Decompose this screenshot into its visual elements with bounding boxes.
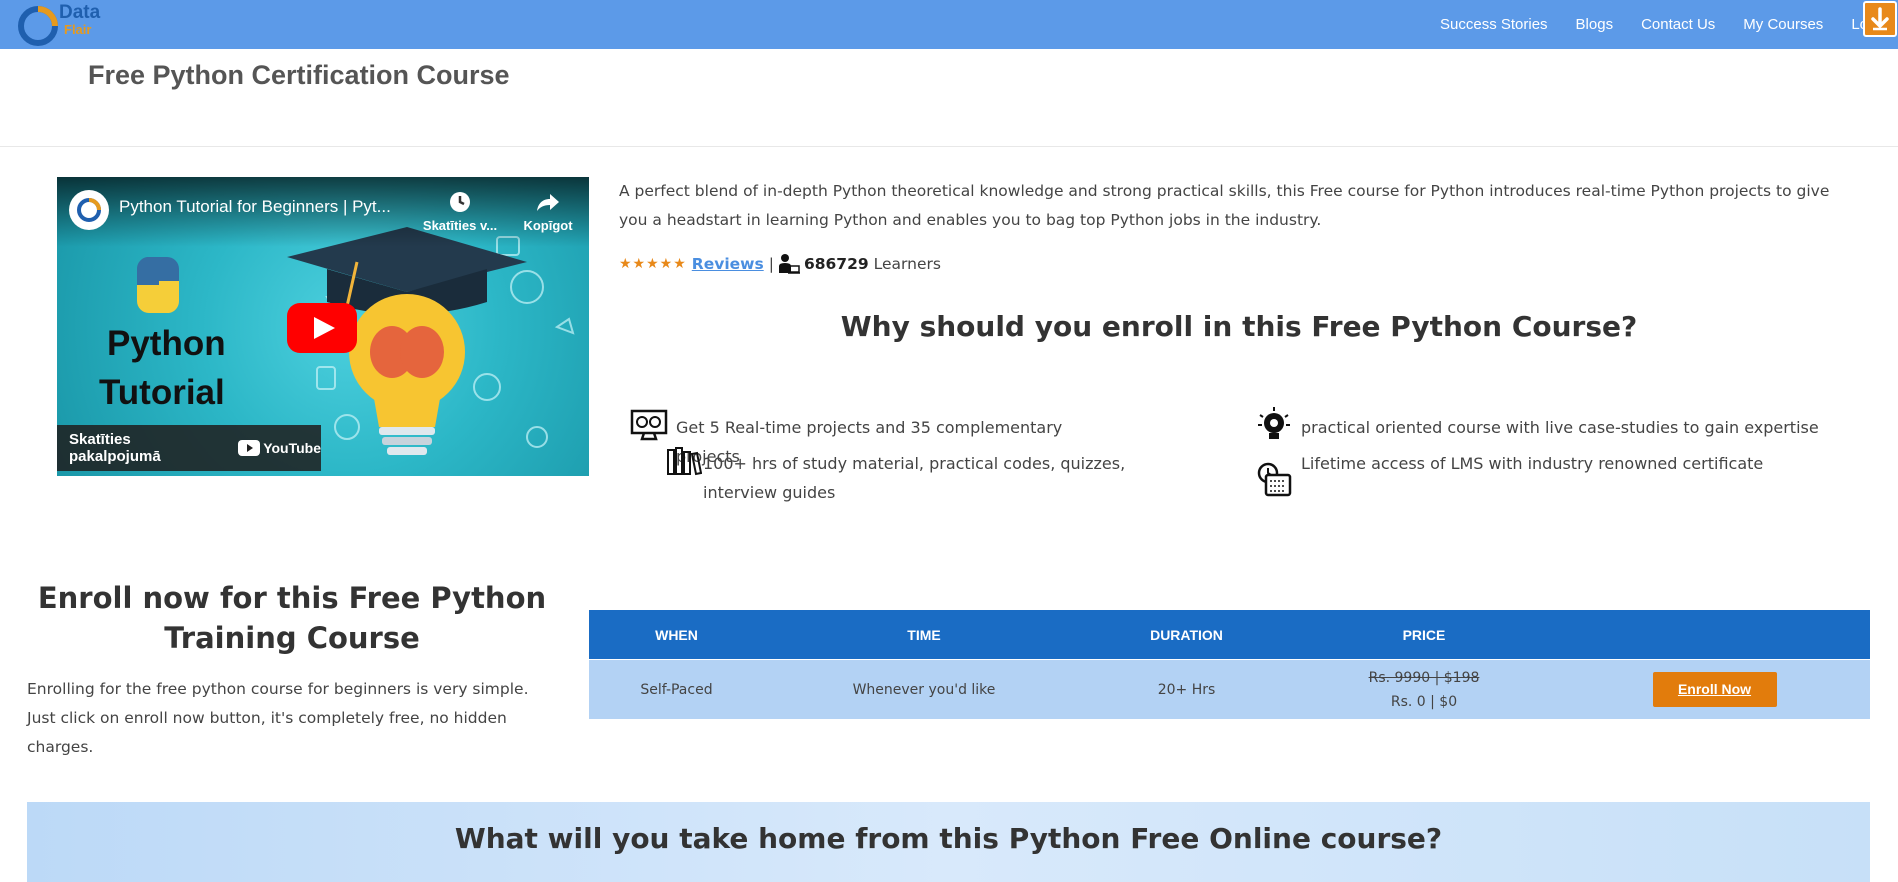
lifetime-access-calendar-icon [1257, 462, 1292, 497]
lightbulb-gear-icon [1258, 407, 1290, 439]
thumbnail-text-tutorial: Tutorial [99, 373, 225, 412]
watch-later-label: Skatīties v... [422, 218, 498, 233]
rating-separator: | [768, 255, 774, 273]
rating-stars: ★★★★★ [619, 256, 687, 272]
header-duration: DURATION [1150, 626, 1223, 643]
books-icon [667, 447, 702, 476]
logo-swirl-icon [18, 6, 58, 46]
cell-action: Enroll Now [1559, 672, 1870, 707]
watch-on-youtube-bar[interactable]: Skatīties pakalpojumā YouTube [57, 425, 321, 471]
nav-links: Success Stories Blogs Contact Us My Cour… [1412, 0, 1868, 49]
schedule-table: WHEN TIME DURATION PRICE Self-Paced When… [589, 610, 1870, 719]
enroll-description: Enrolling for the free python course for… [27, 680, 529, 756]
learner-count: 686729 [803, 255, 869, 273]
nav-blogs[interactable]: Blogs [1576, 16, 1614, 33]
logo-text-data: Data [59, 2, 101, 23]
reviews-link[interactable]: Reviews [692, 255, 764, 273]
header-time: TIME [907, 626, 941, 643]
rating-row: ★★★★★ Reviews | 686729 Learners [619, 253, 941, 275]
cell-when: Self-Paced [640, 681, 713, 698]
logo-text-flair: Flair [64, 22, 92, 37]
scroll-down-button[interactable] [1863, 1, 1897, 37]
nav-my-courses[interactable]: My Courses [1743, 16, 1823, 33]
cell-duration: 20+ Hrs [1157, 681, 1216, 698]
price-new: Rs. 0 | $0 [1390, 693, 1458, 710]
youtube-badge: YouTube [238, 440, 321, 456]
table-row: Self-Paced Whenever you'd like 20+ Hrs R… [589, 659, 1870, 719]
enroll-heading: Enroll now for this Free Python Training… [37, 581, 547, 655]
page-title: Free Python Certification Course [88, 60, 510, 90]
watch-later-button[interactable]: Skatīties v... [417, 189, 503, 233]
play-button[interactable] [287, 303, 357, 353]
clock-icon [450, 192, 470, 212]
thumbnail-text-python: Python [107, 324, 226, 363]
youtube-video-embed[interactable]: Python Tutorial for Beginners | Pyt... S… [57, 177, 589, 476]
enroll-now-button[interactable]: Enroll Now [1652, 672, 1777, 707]
channel-avatar[interactable] [69, 190, 109, 230]
top-navbar: Data Flair Success Stories Blogs Contact… [0, 0, 1898, 49]
nav-contact-us[interactable]: Contact Us [1641, 16, 1715, 33]
nav-success-stories[interactable]: Success Stories [1440, 16, 1548, 33]
header-when: WHEN [655, 626, 698, 643]
monitor-projects-icon [630, 409, 668, 441]
dataflair-logo[interactable]: Data Flair [16, 2, 112, 46]
table-header-row: WHEN TIME DURATION PRICE [589, 610, 1870, 659]
cell-time: Whenever you'd like [852, 681, 996, 698]
feature-study-material: 100+ hrs of study material, practical co… [703, 454, 1126, 502]
share-button[interactable]: Kopīgot [515, 189, 581, 233]
arrow-down-icon [1871, 7, 1889, 31]
share-label: Kopīgot [523, 218, 573, 233]
take-home-banner: What will you take home from this Python… [27, 802, 1870, 882]
take-home-heading: What will you take home from this Python… [454, 822, 1443, 855]
youtube-play-icon [287, 303, 357, 353]
learners-label: Learners [873, 255, 941, 273]
youtube-logo-icon [238, 440, 261, 456]
price-old: Rs. 9990 | $198 [1368, 669, 1480, 686]
feature-lifetime-access: Lifetime access of LMS with industry ren… [1301, 454, 1764, 473]
share-arrow-icon [537, 194, 559, 211]
youtube-label: YouTube [263, 440, 321, 456]
cell-price: Rs. 9990 | $198 Rs. 0 | $0 [1289, 670, 1559, 710]
feature-practical-oriented: practical oriented course with live case… [1301, 418, 1819, 437]
title-divider [0, 146, 1898, 147]
channel-logo-icon [77, 198, 101, 222]
learner-icon [778, 254, 800, 274]
course-description: A perfect blend of in-depth Python theor… [619, 182, 1830, 229]
watch-on-label: Skatīties pakalpojumā [69, 431, 161, 465]
video-title[interactable]: Python Tutorial for Beginners | Pyt... [119, 197, 391, 217]
header-price: PRICE [1402, 626, 1446, 643]
why-enroll-heading: Why should you enroll in this Free Pytho… [840, 310, 1638, 343]
